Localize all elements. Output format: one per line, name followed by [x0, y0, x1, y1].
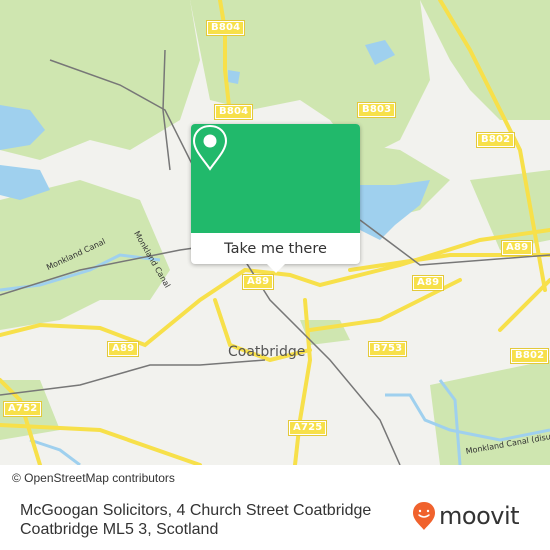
location-address: McGoogan Solicitors, 4 Church Street Coa…	[20, 502, 372, 538]
road-label: B804	[213, 104, 254, 120]
road-label: B803	[356, 102, 397, 118]
railway	[0, 359, 266, 396]
popup-header[interactable]	[191, 124, 360, 233]
popup-pointer	[267, 264, 285, 273]
place-label-coatbridge: Coatbridge	[228, 344, 306, 360]
footer: McGoogan Solicitors, 4 Church Street Coa…	[0, 487, 550, 550]
road-label: A89	[411, 275, 445, 291]
park-area	[420, 0, 550, 120]
road-label: A89	[106, 341, 140, 357]
take-me-there-button[interactable]: Take me there	[191, 233, 360, 264]
moovit-pin-icon	[413, 502, 435, 530]
map-attribution[interactable]: © OpenStreetMap contributors	[0, 469, 181, 487]
map-canvas[interactable]: B804 B804 B803 B802 B802 A89 A89 A89 A89…	[0, 0, 550, 465]
road-label: A752	[2, 401, 43, 417]
road-label: A89	[500, 240, 534, 256]
location-popup[interactable]: Take me there	[191, 124, 360, 273]
road-label: B804	[205, 20, 246, 36]
road-label: B802	[475, 132, 516, 148]
road-label: B802	[509, 348, 550, 364]
road-label: B753	[367, 341, 408, 357]
road-label: A89	[241, 274, 275, 290]
moovit-wordmark: moovit	[439, 502, 520, 530]
map-pin-icon	[192, 124, 228, 171]
lake	[228, 70, 240, 84]
road-label: A725	[287, 420, 328, 436]
road-local	[498, 278, 550, 332]
moovit-logo[interactable]: moovit	[412, 501, 520, 531]
